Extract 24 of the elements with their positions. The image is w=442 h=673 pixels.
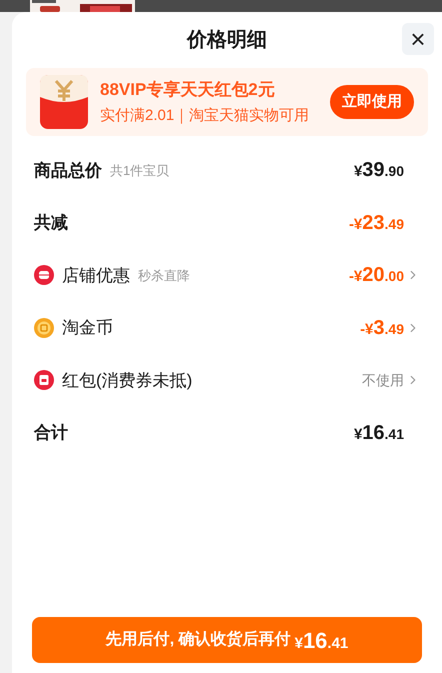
packet-icon bbox=[34, 370, 54, 390]
price: -¥3.49 bbox=[360, 316, 404, 341]
use-now-button[interactable]: 立即使用 bbox=[330, 85, 414, 119]
row-note: 秒杀直降 bbox=[138, 266, 190, 284]
row-label: 合计 bbox=[34, 422, 68, 444]
row-label: 店铺优惠 bbox=[62, 264, 130, 286]
coin-icon bbox=[34, 318, 54, 338]
price: ¥16.41 bbox=[354, 420, 404, 446]
row-label: 共减 bbox=[34, 212, 68, 234]
row-label: 淘金币 bbox=[62, 317, 113, 339]
close-button[interactable]: × bbox=[402, 23, 434, 55]
row-note: 共1件宝贝 bbox=[110, 162, 170, 180]
price: -¥23.49 bbox=[348, 210, 404, 236]
row-label: 商品总价 bbox=[34, 160, 102, 182]
promo-title: 88VIP专享天天红包2元 bbox=[100, 79, 276, 101]
pay-later-button[interactable]: 先用后付, 确认收货后再付 ¥16.41 bbox=[32, 617, 422, 663]
store-icon bbox=[34, 265, 54, 286]
envelope-icon bbox=[40, 75, 88, 129]
price: -¥20.00 bbox=[348, 263, 404, 288]
promo-subtitle: 实付满2.01｜淘宝天猫实物可用 bbox=[100, 106, 310, 126]
sheet-title: 价格明细 bbox=[187, 28, 267, 53]
row-label: 红包(消费券未抵) bbox=[62, 370, 192, 392]
price: ¥39.90 bbox=[354, 158, 404, 184]
row-value: 不使用 bbox=[362, 370, 404, 390]
